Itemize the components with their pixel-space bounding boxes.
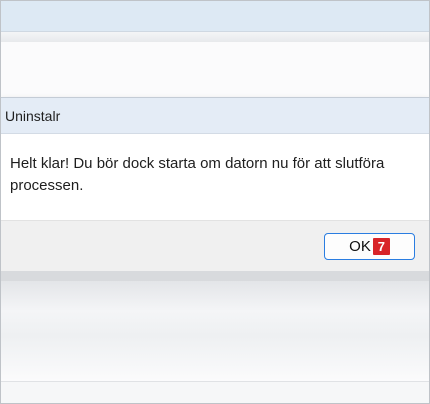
background-window-header: [1, 1, 429, 32]
background-window-lower: [1, 281, 429, 381]
ok-button[interactable]: OK 7: [324, 233, 415, 260]
dialog-body: Helt klar! Du bör dock starta om datorn …: [1, 134, 429, 220]
background-divider-lower: [1, 271, 429, 281]
message-dialog: Uninstalr Helt klar! Du bör dock starta …: [1, 97, 429, 273]
step-number-badge: 7: [372, 238, 390, 255]
dialog-titlebar: Uninstalr: [1, 98, 429, 134]
dialog-title: Uninstalr: [5, 108, 61, 124]
ok-button-label: OK: [349, 238, 371, 255]
dialog-message: Helt klar! Du bör dock starta om datorn …: [10, 155, 385, 194]
background-divider: [1, 32, 429, 42]
screenshot-frame: Uninstalr Helt klar! Du bör dock starta …: [0, 0, 430, 404]
dialog-footer: OK 7: [1, 220, 429, 273]
background-window-panel: [1, 42, 429, 98]
background-window-footer: [1, 381, 429, 403]
